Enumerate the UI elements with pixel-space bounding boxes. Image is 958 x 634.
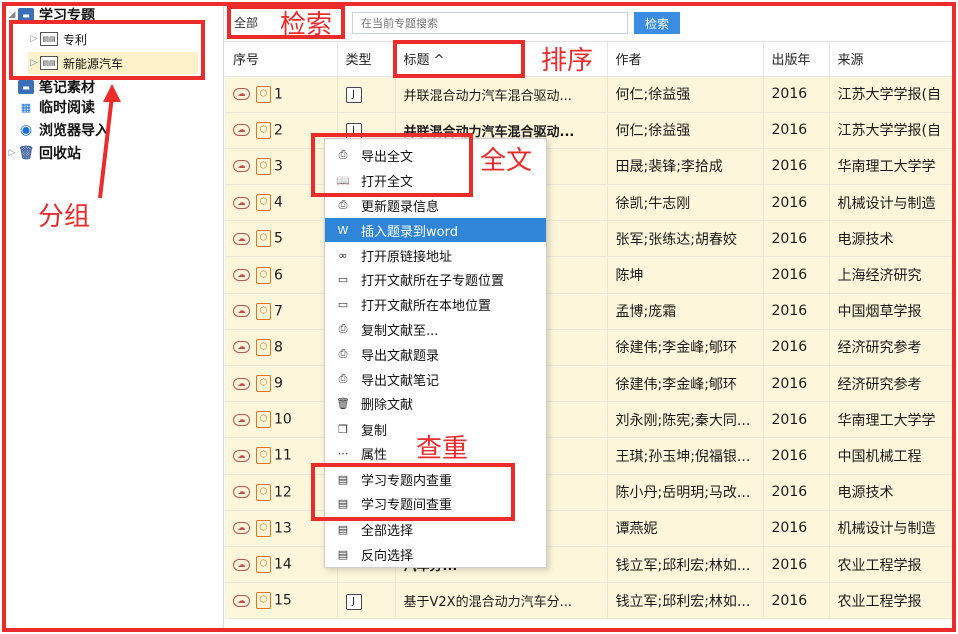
annotation-dedupe-label: 查重 bbox=[416, 434, 469, 464]
annotation-arrow bbox=[98, 84, 121, 199]
annotation-box-dedupe bbox=[311, 463, 515, 521]
